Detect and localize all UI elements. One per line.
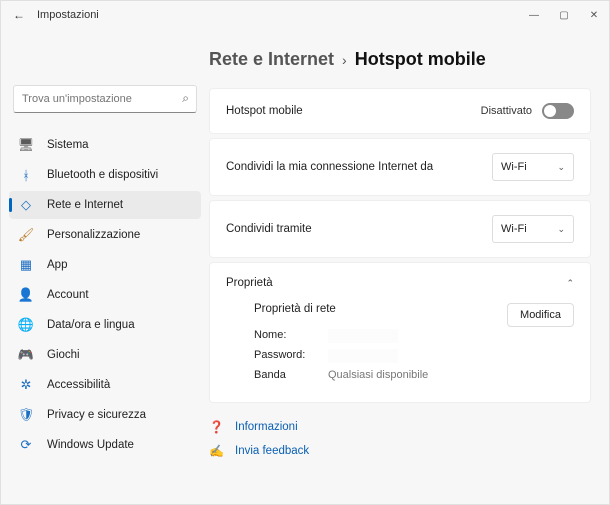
share-over-select[interactable]: Wi-Fi ⌄ [492,215,574,243]
prop-band-label: Banda [254,369,310,381]
sidebar-item-label: Privacy e sicurezza [47,409,146,421]
prop-band-value: Qualsiasi disponibile [328,369,428,381]
share-from-select[interactable]: Wi-Fi ⌄ [492,153,574,181]
hotspot-toggle[interactable] [542,103,574,119]
sidebar-item-label: App [47,259,67,271]
sidebar-icon: 👤 [17,286,35,304]
search-input[interactable] [13,85,197,113]
sidebar-icon: 🌐 [17,316,35,334]
sidebar-item-5[interactable]: 👤 Account [9,281,201,309]
properties-section-title: Proprietà di rete [254,303,428,315]
share-from-label: Condividi la mia connessione Internet da [226,161,433,173]
help-icon: ❓ [209,420,225,434]
share-over-label: Condividi tramite [226,223,312,235]
sidebar: ⌕ 🖥 Sistema ᚼ Bluetooth e dispositivi ◇ Rete … [1,29,209,504]
close-button[interactable]: ✕ [579,1,609,29]
chevron-up-icon: ⌃ [566,278,574,289]
hotspot-toggle-card: Hotspot mobile Disattivato [209,88,591,134]
sidebar-item-0[interactable]: 🖥 Sistema [9,131,201,159]
chevron-down-icon: ⌄ [557,162,565,173]
prop-name-value [328,329,398,343]
sidebar-item-9[interactable]: 🛡 Privacy e sicurezza [9,401,201,429]
prop-name-label: Nome: [254,329,310,346]
main-content: Rete e Internet › Hotspot mobile Hotspot… [209,29,609,504]
window-title: Impostazioni [37,9,99,21]
chevron-down-icon: ⌄ [557,224,565,235]
sidebar-icon: 🛡 [17,406,35,424]
sidebar-item-label: Personalizzazione [47,229,140,241]
properties-card: Proprietà ⌃ Proprietà di rete Nome: Pass… [209,262,591,403]
feedback-link[interactable]: Invia feedback [235,445,309,457]
sidebar-item-label: Sistema [47,139,89,151]
breadcrumb-parent[interactable]: Rete e Internet [209,49,334,70]
nav-list: 🖥 Sistema ᚼ Bluetooth e dispositivi ◇ Rete e … [9,131,201,459]
properties-header: Proprietà [226,277,273,289]
sidebar-item-label: Account [47,289,89,301]
prop-password-label: Password: [254,349,310,366]
sidebar-item-10[interactable]: ⟳ Windows Update [9,431,201,459]
chevron-right-icon: › [342,52,347,68]
edit-button[interactable]: Modifica [507,303,574,327]
sidebar-item-label: Bluetooth e dispositivi [47,169,158,181]
minimize-button[interactable]: — [519,1,549,29]
share-over-value: Wi-Fi [501,223,527,235]
sidebar-item-label: Rete e Internet [47,199,123,211]
sidebar-icon: 🖌 [17,226,35,244]
sidebar-icon: ◇ [17,196,35,214]
sidebar-item-2[interactable]: ◇ Rete e Internet [9,191,201,219]
sidebar-item-4[interactable]: ▦ App [9,251,201,279]
breadcrumb: Rete e Internet › Hotspot mobile [209,49,591,70]
share-from-value: Wi-Fi [501,161,527,173]
sidebar-item-label: Data/ora e lingua [47,319,135,331]
sidebar-item-label: Giochi [47,349,80,361]
sidebar-icon: ▦ [17,256,35,274]
sidebar-item-8[interactable]: ✲ Accessibilità [9,371,201,399]
sidebar-item-label: Windows Update [47,439,134,451]
breadcrumb-current: Hotspot mobile [355,49,486,70]
sidebar-icon: 🎮 [17,346,35,364]
sidebar-icon: ⟳ [17,436,35,454]
sidebar-item-3[interactable]: 🖌 Personalizzazione [9,221,201,249]
help-link[interactable]: Informazioni [235,421,298,433]
sidebar-item-6[interactable]: 🌐 Data/ora e lingua [9,311,201,339]
properties-expander[interactable]: Proprietà ⌃ [226,277,574,289]
window-controls: — ▢ ✕ [519,1,609,29]
sidebar-icon: ᚼ [17,166,35,184]
hotspot-label: Hotspot mobile [226,105,303,117]
sidebar-item-label: Accessibilità [47,379,110,391]
sidebar-icon: ✲ [17,376,35,394]
back-button[interactable]: ← [9,5,29,25]
sidebar-icon: 🖥 [17,136,35,154]
feedback-icon: ✍ [209,444,225,458]
titlebar: ← Impostazioni — ▢ ✕ [1,1,609,29]
share-from-card: Condividi la mia connessione Internet da… [209,138,591,196]
search-icon: ⌕ [182,91,189,106]
sidebar-item-1[interactable]: ᚼ Bluetooth e dispositivi [9,161,201,189]
search-wrap: ⌕ [13,85,197,113]
sidebar-item-7[interactable]: 🎮 Giochi [9,341,201,369]
maximize-button[interactable]: ▢ [549,1,579,29]
prop-password-value [328,349,398,363]
footer-links: ❓ Informazioni ✍ Invia feedback [209,415,591,463]
hotspot-state-text: Disattivato [481,105,532,117]
share-over-card: Condividi tramite Wi-Fi ⌄ [209,200,591,258]
